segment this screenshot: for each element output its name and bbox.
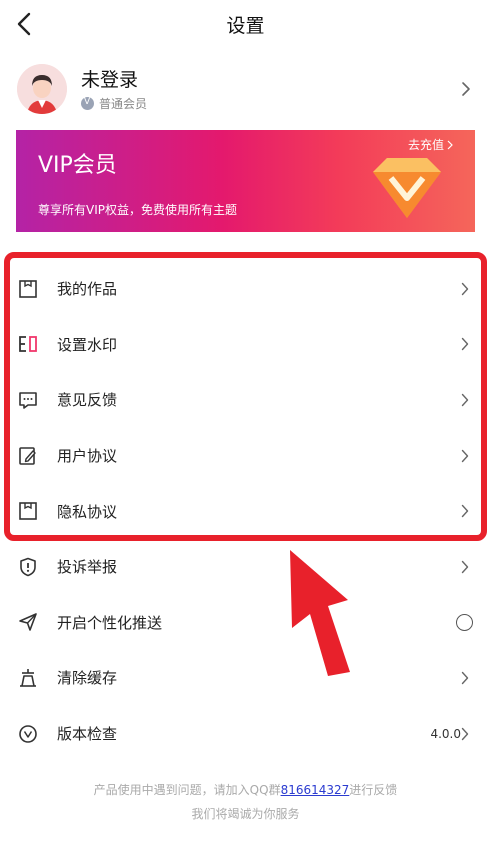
menu-label: 我的作品 xyxy=(57,280,118,299)
avatar-image xyxy=(17,64,67,114)
menu-item-feedback[interactable]: 意见反馈 xyxy=(0,372,491,428)
menu-label: 用户协议 xyxy=(57,447,118,466)
menu-label: 意见反馈 xyxy=(57,391,118,410)
top-bar: 设置 xyxy=(0,0,491,48)
chevron-right-icon xyxy=(461,560,469,573)
footer-line-2: 我们将竭诚为你服务 xyxy=(191,807,300,821)
menu-item-privacy[interactable]: 隐私协议 xyxy=(0,483,491,539)
recharge-label: 去充值 xyxy=(407,138,444,152)
menu-item-user-agreement[interactable]: 用户协议 xyxy=(0,428,491,484)
version-icon xyxy=(19,724,37,743)
menu-label: 清除缓存 xyxy=(57,669,118,688)
menu-item-clear-cache[interactable]: 清除缓存 xyxy=(0,650,491,706)
menu-label: 设置水印 xyxy=(57,335,118,354)
vip-subtitle: 尊享所有VIP权益，免费使用所有主题 xyxy=(38,203,237,217)
chevron-right-icon xyxy=(462,82,470,96)
chevron-right-icon xyxy=(461,504,469,518)
menu-item-personalized-push[interactable]: 开启个性化推送 xyxy=(0,595,491,651)
footer-line-1: 产品使用中遇到问题，请加入QQ群816614327进行反馈 xyxy=(93,783,398,797)
menu-item-watermark[interactable]: 设置水印 xyxy=(0,317,491,373)
diamond-icon xyxy=(373,158,441,218)
chevron-right-icon xyxy=(461,671,469,685)
qq-group-link[interactable]: 816614327 xyxy=(281,783,350,797)
profile-row[interactable]: 未登录 普通会员 xyxy=(0,48,491,130)
settings-menu: 我的作品 设置水印 意见反馈 用户协议 隐私协议 投诉举报 开启个性化推送 清除… xyxy=(0,261,491,761)
menu-item-version-check[interactable]: 版本检查 4.0.0 xyxy=(0,706,491,762)
menu-item-report[interactable]: 投诉举报 xyxy=(0,539,491,595)
menu-label: 隐私协议 xyxy=(57,502,118,521)
chevron-right-icon xyxy=(447,140,453,149)
avatar[interactable] xyxy=(17,64,67,114)
privacy-icon xyxy=(19,502,37,520)
clear-cache-icon xyxy=(20,668,36,687)
chevron-right-icon xyxy=(461,338,469,351)
vip-title: VIP会员 xyxy=(38,153,117,178)
watermark-icon xyxy=(19,336,37,353)
menu-item-my-works[interactable]: 我的作品 xyxy=(0,261,491,317)
footer: 产品使用中遇到问题，请加入QQ群816614327进行反馈 我们将竭诚为你服务 xyxy=(0,778,491,826)
vip-banner[interactable]: VIP会员 尊享所有VIP权益，免费使用所有主题 去充值 xyxy=(16,130,475,232)
push-toggle[interactable] xyxy=(456,613,473,631)
member-badge-icon xyxy=(81,96,94,110)
chevron-right-icon xyxy=(461,282,469,295)
send-icon xyxy=(19,613,37,632)
page-title: 设置 xyxy=(226,14,265,37)
works-icon xyxy=(19,279,37,298)
feedback-icon xyxy=(19,392,37,409)
menu-label: 开启个性化推送 xyxy=(57,613,163,632)
chevron-right-icon xyxy=(461,727,469,740)
chevron-right-icon xyxy=(461,393,469,407)
menu-label: 版本检查 xyxy=(57,725,118,744)
member-level: 普通会员 xyxy=(99,96,148,111)
agreement-icon xyxy=(19,446,36,465)
back-arrow-icon[interactable] xyxy=(10,8,40,40)
recharge-button[interactable]: 去充值 xyxy=(408,136,453,153)
chevron-right-icon xyxy=(461,449,469,462)
menu-label: 投诉举报 xyxy=(57,558,118,577)
version-number: 4.0.0 xyxy=(430,726,461,741)
report-icon xyxy=(20,557,36,577)
username: 未登录 xyxy=(81,68,139,91)
